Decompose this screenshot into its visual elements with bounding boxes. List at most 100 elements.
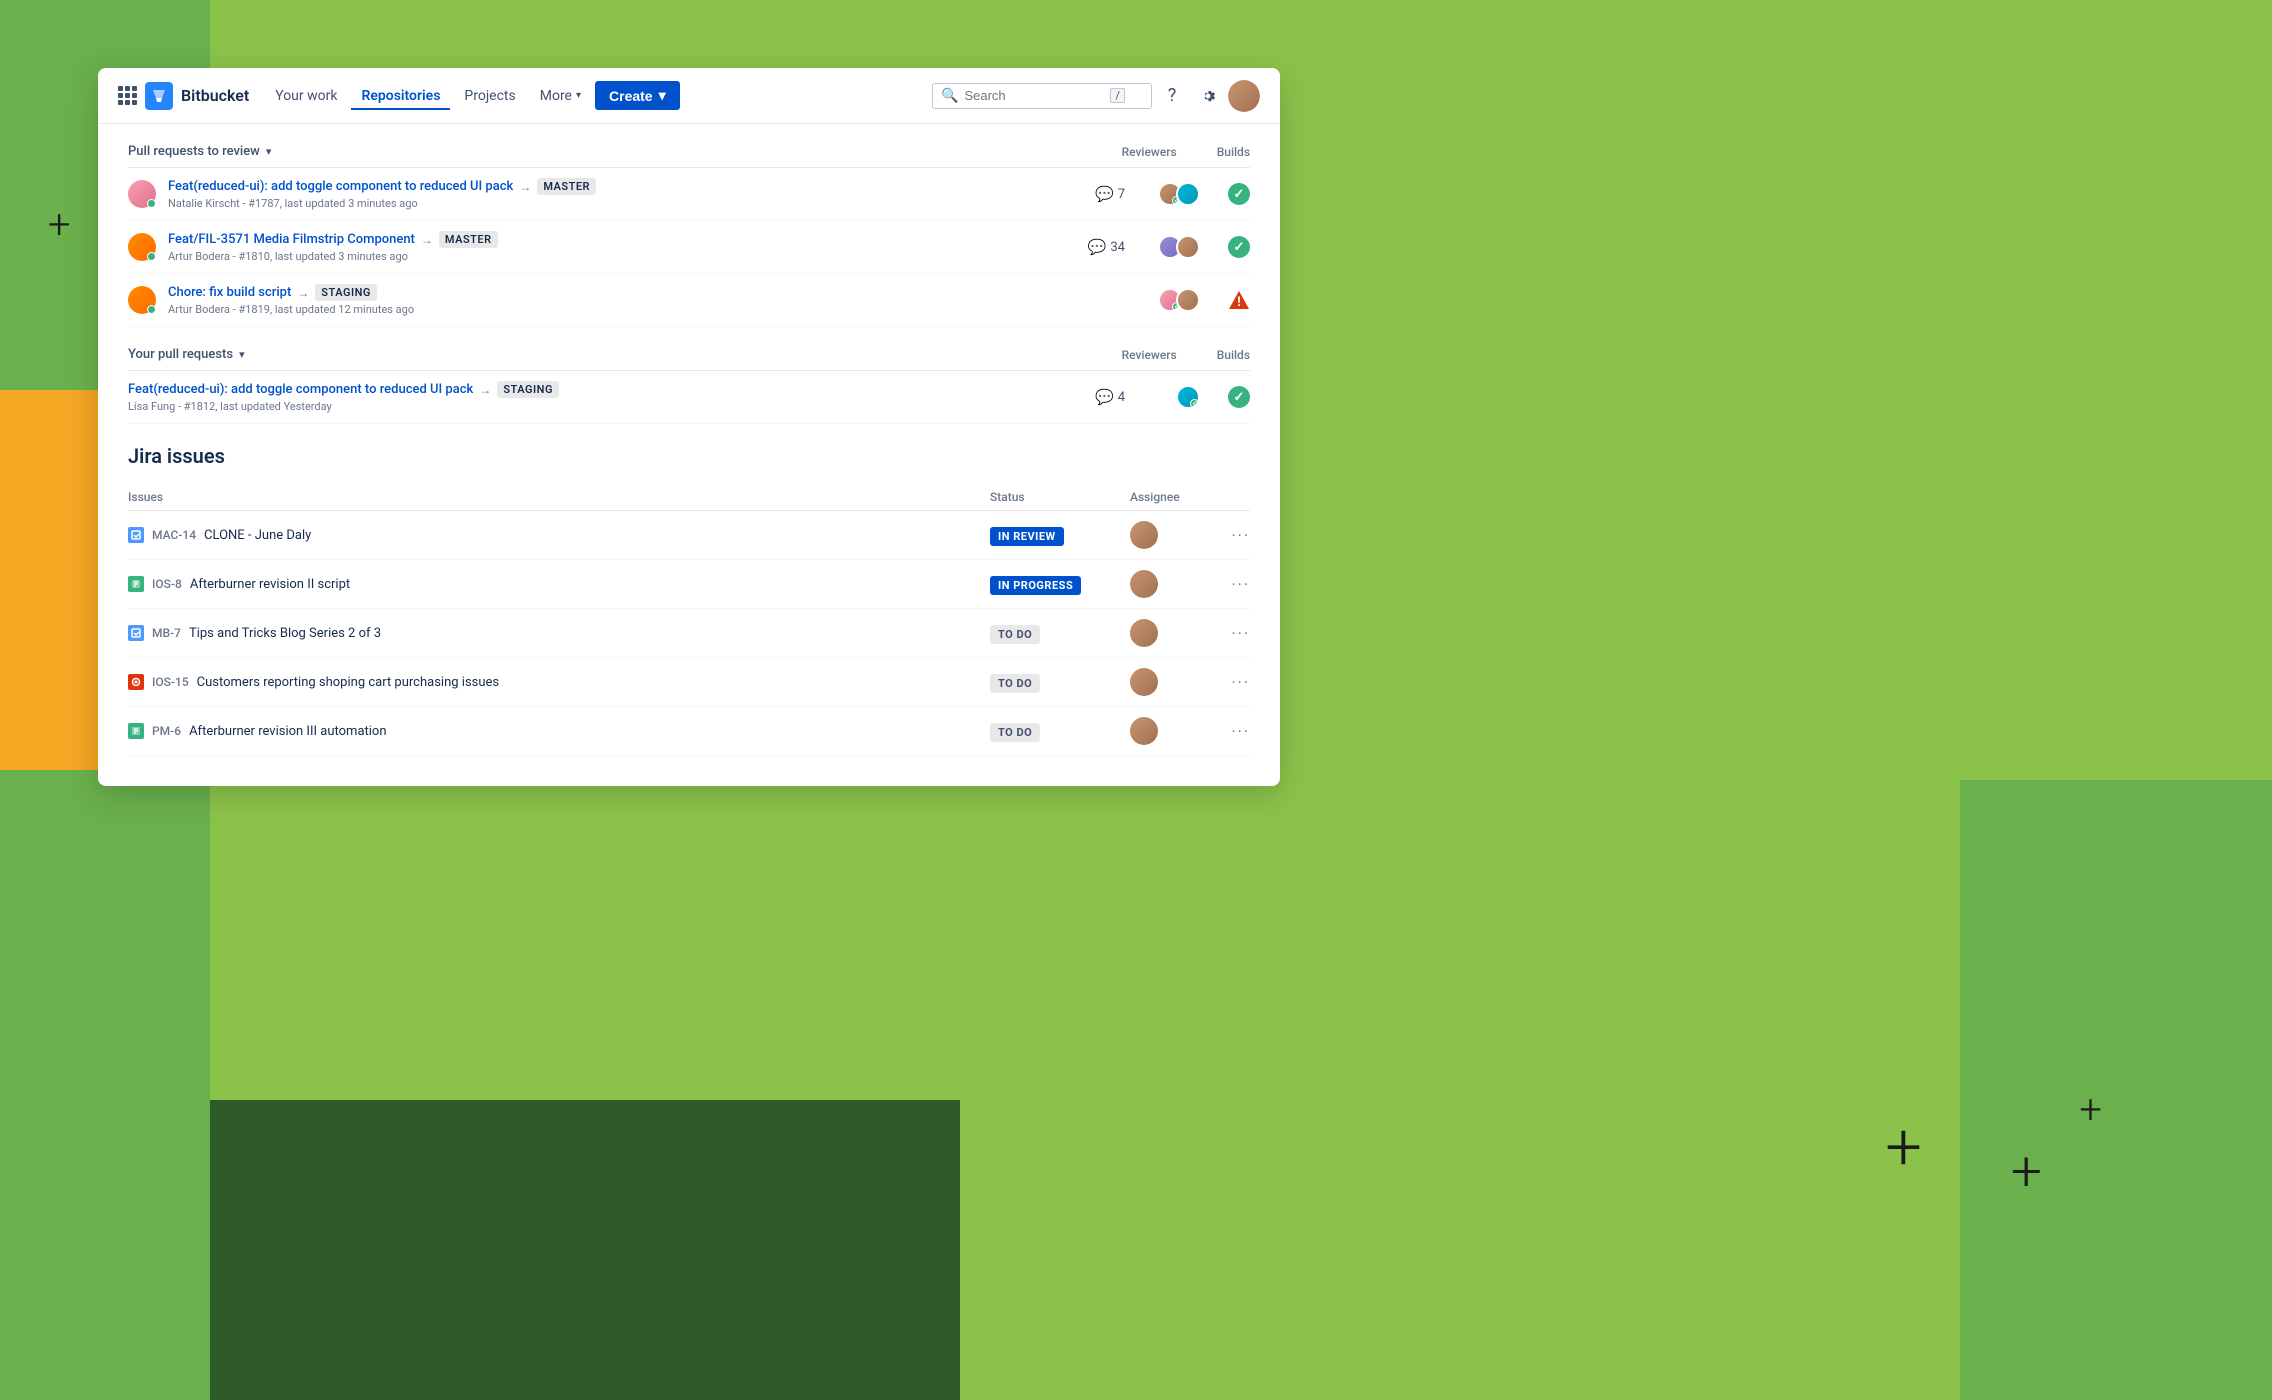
builds-label: Builds <box>1217 145 1250 159</box>
pr-review-chevron-icon[interactable]: ▾ <box>266 145 272 158</box>
reviewer-approved-icon: ✓ <box>1190 399 1199 408</box>
reviewer-avatars: ✓ <box>1158 288 1200 312</box>
more-actions-button[interactable]: ··· <box>1231 673 1250 692</box>
jira-status-cell: TO DO <box>990 721 1130 742</box>
build-success-icon: ✓ <box>1228 183 1250 205</box>
jira-story-icon <box>128 723 144 739</box>
more-actions-button[interactable]: ··· <box>1231 722 1250 741</box>
jira-issue-key: MB-7 <box>152 626 181 640</box>
jira-row: MB-7 Tips and Tricks Blog Series 2 of 3 … <box>128 609 1250 658</box>
jira-row: IOS-15 Customers reporting shoping cart … <box>128 658 1250 707</box>
jira-issue-name[interactable]: Afterburner revision II script <box>190 577 350 592</box>
your-pr-title: Your pull requests <box>128 347 233 362</box>
jira-status-badge: TO DO <box>990 723 1040 742</box>
jira-status-cell: IN REVIEW <box>990 525 1130 546</box>
pr-build: ✓ <box>1220 236 1250 258</box>
pr-title: Chore: fix build script → STAGING <box>168 284 1063 301</box>
plus-decoration-4: + <box>1885 1115 1922 1180</box>
pr-build: ! <box>1220 289 1250 311</box>
jira-story-icon <box>128 576 144 592</box>
settings-icon[interactable] <box>1192 80 1224 112</box>
jira-issue-name[interactable]: CLONE - June Daly <box>204 528 311 543</box>
grid-dot <box>118 100 123 105</box>
pr-row: Feat(reduced-ui): add toggle component t… <box>128 371 1250 424</box>
jira-col-assignee-header: Assignee <box>1130 490 1210 504</box>
pr-title-link[interactable]: Chore: fix build script <box>168 285 291 300</box>
grid-menu-icon[interactable] <box>118 86 137 105</box>
jira-assignee-cell <box>1130 570 1210 598</box>
grid-dot <box>132 93 137 98</box>
your-pr-col-labels: Reviewers Builds <box>1122 348 1250 362</box>
jira-issue-name[interactable]: Tips and Tricks Blog Series 2 of 3 <box>189 626 381 641</box>
reviewer-avatar <box>1176 235 1200 259</box>
assignee-avatar <box>1130 668 1158 696</box>
jira-col-issues-header: Issues <box>128 490 990 504</box>
nav-your-work[interactable]: Your work <box>265 82 347 110</box>
nav-projects[interactable]: Projects <box>454 82 525 110</box>
pr-meta: Natalie Kirscht - #1787, last updated 3 … <box>168 197 1063 210</box>
jira-actions-cell: ··· <box>1210 624 1250 643</box>
reviewer-avatar <box>1176 182 1200 206</box>
jira-issue-key: PM-6 <box>152 724 181 738</box>
comment-count: 4 <box>1118 390 1125 405</box>
search-box[interactable]: 🔍 / <box>932 83 1152 109</box>
assignee-avatar <box>1130 570 1158 598</box>
bitbucket-logo[interactable] <box>145 82 173 110</box>
pr-comments: 💬 7 <box>1075 185 1125 203</box>
your-pr-chevron-icon[interactable]: ▾ <box>239 348 245 361</box>
pr-title: Feat(reduced-ui): add toggle component t… <box>128 381 1063 398</box>
jira-issue-name[interactable]: Customers reporting shoping cart purchas… <box>197 675 499 690</box>
grid-dot <box>125 86 130 91</box>
pr-review-col-labels: Reviewers Builds <box>1122 145 1250 159</box>
create-button[interactable]: Create ▾ <box>595 81 680 110</box>
user-avatar[interactable] <box>1228 80 1260 112</box>
pr-author-avatar <box>128 286 156 314</box>
reviewer-avatar <box>1176 288 1200 312</box>
pr-title-link[interactable]: Feat(reduced-ui): add toggle component t… <box>168 179 513 194</box>
pr-branch-badge: MASTER <box>537 178 596 195</box>
comment-icon: 💬 <box>1088 238 1107 256</box>
jira-assignee-cell <box>1130 668 1210 696</box>
pr-arrow-icon: → <box>479 383 491 397</box>
jira-issue-cell: IOS-8 Afterburner revision II script <box>128 576 990 592</box>
pr-meta: Lisa Fung - #1812, last updated Yesterda… <box>128 400 1063 413</box>
jira-status-badge: TO DO <box>990 625 1040 644</box>
online-indicator <box>147 199 156 208</box>
pr-comments: 💬 34 <box>1075 238 1125 256</box>
build-success-icon: ✓ <box>1228 386 1250 408</box>
more-actions-button[interactable]: ··· <box>1231 575 1250 594</box>
jira-issue-name[interactable]: Afterburner revision III automation <box>189 724 386 739</box>
create-chevron-icon: ▾ <box>659 87 666 104</box>
pr-review-header: Pull requests to review ▾ Reviewers Buil… <box>128 144 1250 159</box>
search-input[interactable] <box>964 88 1104 103</box>
pr-title-link[interactable]: Feat/FIL-3571 Media Filmstrip Component <box>168 232 415 247</box>
nav-repositories[interactable]: Repositories <box>351 82 450 110</box>
more-actions-button[interactable]: ··· <box>1231 526 1250 545</box>
jira-assignee-cell <box>1130 619 1210 647</box>
jira-row: MAC-14 CLONE - June Daly IN REVIEW ··· <box>128 511 1250 560</box>
grid-dot <box>118 86 123 91</box>
help-icon[interactable]: ? <box>1156 80 1188 112</box>
main-card: Bitbucket Your work Repositories Project… <box>98 68 1280 786</box>
jira-row: PM-6 Afterburner revision III automation… <box>128 707 1250 756</box>
jira-issue-cell: IOS-15 Customers reporting shoping cart … <box>128 674 990 690</box>
pr-review-title: Pull requests to review <box>128 144 260 159</box>
brand-name: Bitbucket <box>181 86 249 105</box>
jira-table-header: Issues Status Assignee <box>128 484 1250 511</box>
jira-section-title: Jira issues <box>128 444 1250 468</box>
bg-dark-green <box>210 1100 960 1400</box>
pr-info: Feat(reduced-ui): add toggle component t… <box>128 381 1063 413</box>
jira-issue-key: IOS-15 <box>152 675 189 689</box>
reviewer-avatars <box>1158 235 1200 259</box>
more-chevron-icon: ▾ <box>576 90 581 101</box>
grid-dot <box>132 100 137 105</box>
assignee-avatar <box>1130 717 1158 745</box>
pr-title-link[interactable]: Feat(reduced-ui): add toggle component t… <box>128 382 473 397</box>
your-pr-title-row: Your pull requests ▾ <box>128 347 245 362</box>
jira-issue-cell: PM-6 Afterburner revision III automation <box>128 723 990 739</box>
plus-decoration-2: + <box>48 205 71 245</box>
nav-more[interactable]: More ▾ <box>530 82 591 110</box>
more-actions-button[interactable]: ··· <box>1231 624 1250 643</box>
pr-right: 💬 4 ✓ ✓ <box>1075 385 1250 409</box>
jira-status-cell: IN PROGRESS <box>990 574 1130 595</box>
